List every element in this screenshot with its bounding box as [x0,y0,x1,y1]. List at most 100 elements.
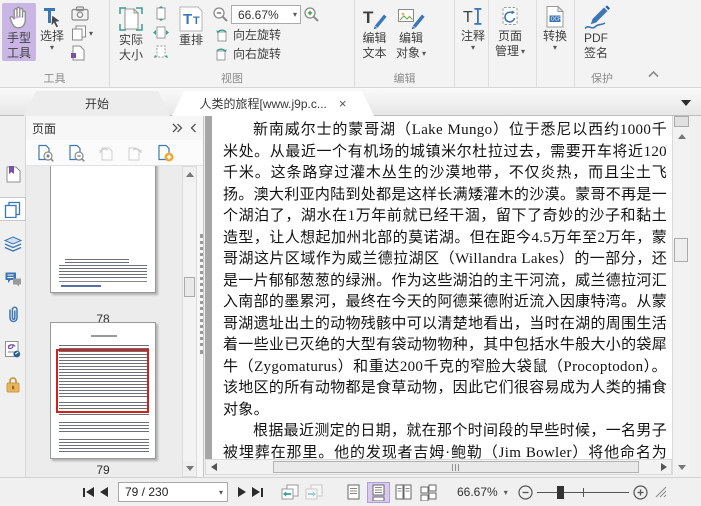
dropdown-arrow: ▾ [89,28,94,38]
pages-panel: 页面 78 79 [26,116,204,477]
rotate-page-right-button[interactable] [127,145,143,161]
rotate-left-button[interactable]: 向左旋转 [212,26,320,43]
reflow-button[interactable]: TT 重排 [172,3,210,48]
clipboard-button[interactable]: ▾ [71,25,93,41]
window-resize-grip[interactable] [655,486,667,498]
ribbon-group-page-management: 页面 管理 ▾ [489,0,537,87]
add-page-button[interactable] [156,144,174,162]
zoom-out-circle-icon[interactable] [518,484,533,500]
pages-panel-toolbar [26,140,203,166]
thumbnail-text-lines [65,259,129,263]
hand-tool-button[interactable]: 手型 工具 [2,3,36,61]
navigation-panel-strip [0,116,26,477]
pages-panel-button[interactable] [0,197,26,221]
thumbnail-page-78[interactable] [50,166,156,293]
scroll-left-button[interactable] [206,460,221,474]
zoom-dropdown-arrow[interactable]: ▾ [504,488,508,496]
rotate-left-icon [214,27,229,42]
thumbnail-page-79[interactable] [50,322,156,459]
rotate-page-left-button[interactable] [98,145,114,161]
panel-expand-icon[interactable] [171,123,183,133]
ribbon-group-protect: PDF 签名 保护 [575,0,629,87]
comment-button[interactable]: T 注释 ▾ [457,3,489,52]
bookmark-page-button[interactable] [71,45,93,61]
edit-object-button[interactable]: 编辑 对象 ▾ [392,3,430,61]
fit-visible-button[interactable] [153,44,169,59]
actual-size-button[interactable]: 实际 大小 [112,3,150,63]
previous-view-button[interactable] [278,480,302,504]
panel-collapse-icon[interactable] [189,123,197,133]
thumbnail-zoom-in-button[interactable] [36,144,54,162]
continuous-facing-view-button[interactable] [417,482,440,503]
dropdown-arrow: ▾ [553,43,558,52]
fit-page-button[interactable] [153,6,169,21]
panel-resize-handle[interactable] [200,234,203,354]
dropdown-arrow: ▾ [292,10,297,19]
next-view-button[interactable] [302,480,326,504]
zoom-slider-thumb[interactable] [556,485,564,499]
scroll-right-button[interactable] [656,460,671,474]
horizontal-scroll-thumb[interactable] [273,461,639,473]
continuous-view-button[interactable] [367,481,390,503]
security-panel-button[interactable] [0,372,26,396]
facing-view-button[interactable] [392,482,415,503]
tab-start[interactable]: 开始 [24,91,170,116]
group-label-view: 视图 [221,73,243,85]
thumbnail-zoom-out-button[interactable] [67,144,85,162]
rotate-right-button[interactable]: 向右旋转 [212,45,320,62]
pdf-sign-button[interactable]: PDF 签名 [577,3,615,61]
collapse-ribbon-icon[interactable] [648,70,659,78]
page-management-button[interactable]: 页面 管理 ▾ [491,3,529,59]
ribbon-zoom-combo[interactable]: 66.67% ▾ [231,5,301,24]
select-cursor-icon [41,5,63,29]
close-tab-icon[interactable]: × [339,98,347,110]
scroll-down-button[interactable] [674,460,689,474]
edit-text-button[interactable]: T 编辑 文本 [357,3,392,61]
thumbnail-scroll-up-button[interactable] [183,167,196,182]
scroll-up-button[interactable] [674,129,689,143]
previous-page-button[interactable] [97,483,111,501]
thumbnail-scrollbar[interactable] [182,166,197,477]
tab-document[interactable]: 人类的旅程[www.j9p.c... × [172,91,374,116]
vertical-scrollbar[interactable] [672,116,689,475]
snapshot-button[interactable] [71,6,93,21]
dropdown-arrow: ▾ [470,43,475,52]
paragraph: 根据最近测定的日期，就在那个时间段的早些时候，一名男子被埋葬在那里。他的发现者吉… [223,423,667,459]
last-page-button[interactable] [249,483,266,501]
document-page[interactable]: 新南威尔士的蒙哥湖（Lake Mungo）位于悉尼以西约1000千米处。从最近一… [212,116,672,459]
svg-text:T: T [193,15,200,27]
signature-pen-icon [581,5,611,31]
panel-title: 页面 [32,121,57,136]
thumbnail-scroll-down-button[interactable] [183,461,196,476]
attachments-panel-button[interactable] [0,302,26,326]
page-rotate-icon [498,5,522,29]
zoom-slider[interactable] [536,484,629,501]
zoom-in-circle-icon[interactable] [633,484,648,500]
next-page-button[interactable] [235,483,249,501]
page-number-combo[interactable]: 79 / 230 ▾ [118,482,228,502]
select-tool-button[interactable]: 选择 ▾ [36,3,68,52]
first-page-button[interactable] [80,483,97,501]
dropdown-arrow: ▾ [50,43,55,52]
vertical-scroll-thumb[interactable] [674,238,688,262]
signatures-panel-button[interactable] [0,337,26,361]
current-view-rectangle[interactable] [56,349,149,413]
reflow-icon: TT [176,5,206,33]
horizontal-scroll-track[interactable] [221,460,656,474]
status-bar: 79 / 230 ▾ 66.67% ▾ [0,477,701,506]
dropdown-arrow: ▾ [218,487,223,497]
split-view-handle[interactable] [674,116,689,127]
fit-width-button[interactable] [153,25,169,40]
layers-panel-button[interactable] [0,232,26,256]
zoom-out-icon[interactable] [212,6,229,23]
single-page-view-button[interactable] [342,482,365,503]
comments-panel-button[interactable] [0,267,26,291]
convert-button[interactable]: OCR 转换 ▾ [539,3,571,52]
thumbnail-label-79: 79 [96,463,110,477]
bookmarks-panel-button[interactable] [0,162,26,186]
thumbnail-scroll-thumb[interactable] [184,277,195,297]
tab-list-dropdown-icon[interactable] [681,100,691,106]
horizontal-scrollbar[interactable] [205,459,672,475]
svg-text:OCR: OCR [551,17,563,23]
zoom-in-icon[interactable] [303,6,320,23]
